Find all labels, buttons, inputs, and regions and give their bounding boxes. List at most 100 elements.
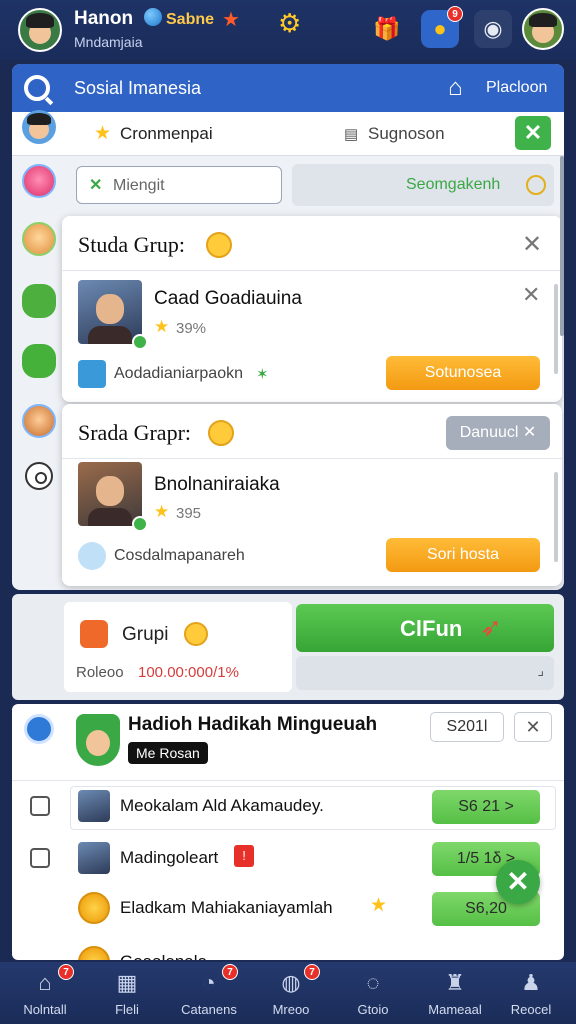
online-dot (132, 334, 148, 350)
search-icon[interactable] (24, 75, 50, 101)
close-icon[interactable]: ✕ (522, 282, 540, 308)
checkbox[interactable] (30, 848, 50, 868)
card-title: Srada Grapr: (78, 420, 192, 445)
store-icon: ▦ (116, 970, 138, 995)
secondary-bar[interactable]: ⌟ (296, 656, 554, 690)
home-icon: ⌂ (38, 970, 52, 995)
game-controller-button[interactable]: ◉ (474, 10, 512, 48)
divider (12, 780, 564, 781)
nav-badge: 7 (58, 964, 74, 980)
member-avatar[interactable] (22, 404, 56, 438)
chat-icon: ◔ (202, 970, 216, 995)
person-photo[interactable] (78, 280, 148, 350)
member-avatar[interactable] (22, 164, 56, 198)
star-icon: ★ (94, 123, 112, 144)
list-item[interactable]: Madingoleart ! 1/5 1δ > (12, 838, 564, 878)
host-avatar[interactable] (76, 714, 120, 766)
top-app-bar: Hanon Sabne ★ Mndamjaia ⚙ 🎁 ● 9 ◉ (0, 0, 576, 60)
home-icon[interactable]: ⌂ (448, 74, 463, 102)
chat-button[interactable]: ● 9 (421, 6, 463, 48)
nav-label: Mreoo (272, 1002, 310, 1017)
user-icon (78, 360, 106, 388)
bot-icon[interactable] (24, 714, 54, 744)
close-fab[interactable]: ✕ (496, 860, 540, 904)
rocket-icon: ➶ (480, 612, 502, 642)
nav-item-rewards[interactable]: ♜ Mameaal (414, 962, 496, 1024)
item-name: Madingoleart (120, 848, 219, 867)
member-avatar[interactable] (22, 344, 56, 378)
clock-icon (526, 175, 546, 195)
close-icon[interactable]: ✕ (522, 230, 542, 259)
group-stat-label: Roleoo (76, 664, 124, 681)
nav-item-home[interactable]: ⌂ 7 Nolntall (4, 962, 86, 1024)
flag-icon: ! (234, 845, 254, 867)
smiley-icon (78, 542, 106, 570)
nav-item-profile[interactable]: ♟ Reocel (490, 962, 572, 1024)
divider (62, 270, 562, 271)
message-icon: ◍ (281, 970, 301, 995)
member-avatar[interactable] (22, 222, 56, 256)
nav-item-chats[interactable]: ◔ 7 Catanens (168, 962, 250, 1024)
close-green-button[interactable]: ✕ (515, 116, 551, 150)
strip-tab-left[interactable]: Cronmenpai (120, 124, 213, 144)
user-subtitle: Mndamjaia (74, 34, 143, 50)
dismiss-chip[interactable]: Danuucl ✕ (446, 416, 550, 450)
list-item[interactable]: Goaalenalo (12, 942, 564, 960)
coin-icon (78, 892, 110, 924)
nav-badge: 7 (222, 964, 238, 980)
status-filter-label: Seomgakenh (406, 176, 501, 193)
nav-label: Catanens (181, 1002, 237, 1017)
gift-button[interactable]: 🎁 (368, 10, 406, 48)
nav-label: Mameaal (428, 1002, 482, 1017)
social-panel: Sosial Imanesia ⌂ Placloon ★ Cronmenpai … (12, 64, 564, 590)
member-avatar-column (12, 156, 62, 590)
panel-header: Sosial Imanesia ⌂ Placloon (12, 64, 564, 112)
person-name: Bnolnaniraiaka (154, 474, 280, 495)
status-filter[interactable]: Seomgakenh (292, 164, 554, 206)
search-input[interactable]: ✕ Miengit (76, 166, 282, 204)
puzzle-icon (80, 620, 108, 648)
header-right-label[interactable]: Placloon (486, 79, 547, 97)
chat-bubble-icon: ● (433, 16, 447, 41)
controller-icon: ◉ (483, 16, 503, 41)
card-footer-text: Aodadianiarpaokn (114, 365, 243, 382)
scrollbar[interactable] (554, 284, 558, 374)
nav-item-messages[interactable]: ◍ 7 Mreoo (250, 962, 332, 1024)
close-button[interactable]: ✕ (514, 712, 552, 742)
prize-list-panel: Hadioh Hadikah Mingueuah Me Rosan S201l … (12, 704, 564, 960)
search-input-value: Miengit (113, 177, 165, 194)
person-photo[interactable] (78, 462, 148, 532)
group-card: Srada Grapr: Danuucl ✕ Bnolnaniraiaka ★ … (62, 404, 562, 586)
gear-icon[interactable]: ⚙ (278, 8, 301, 39)
trophy-icon: ♜ (445, 970, 465, 995)
group-section: Grupi Roleoo 100.00:000/1% ClFun ➶ ⌟ (12, 594, 564, 700)
action-button[interactable]: Sotunosea (386, 356, 540, 390)
bottom-navigation: ⌂ 7 Nolntall ▦ Fleli ◔ 7 Catanens ◍ 7 Mr… (0, 962, 576, 1024)
item-name: Goaalenalo (120, 952, 207, 960)
profile-avatar[interactable] (522, 8, 564, 50)
panel-scrollbar[interactable] (560, 156, 564, 336)
nav-label: Gtoio (357, 1002, 389, 1017)
sparkle-icon: ✶ (256, 366, 269, 383)
online-dot (132, 516, 148, 532)
scrollbar[interactable] (554, 472, 558, 562)
item-avatar (78, 842, 110, 874)
nav-item-store[interactable]: ▦ Fleli (86, 962, 168, 1024)
fun-button[interactable]: ClFun ➶ (296, 604, 554, 652)
room-code[interactable]: S201l (430, 712, 504, 742)
gift-icon: 🎁 (373, 16, 401, 41)
list-item[interactable]: Meokalam Ald Akamaudey. S6 21 > (12, 786, 564, 830)
checkbox[interactable] (30, 796, 50, 816)
strip-tab-right[interactable]: Sugnoson (368, 124, 445, 144)
target-icon[interactable] (25, 462, 53, 490)
divider (62, 458, 562, 459)
filter-strip: ★ Cronmenpai ▤ Sugnoson ✕ (12, 110, 564, 156)
member-avatar[interactable] (22, 284, 56, 318)
group-summary[interactable]: Grupi Roleoo 100.00:000/1% (64, 602, 292, 692)
amount-button[interactable]: S6 21 > (432, 790, 540, 824)
strip-avatar[interactable] (22, 110, 56, 144)
user-avatar[interactable] (18, 8, 62, 52)
nav-item-groups[interactable]: ◌ Gtoio (332, 962, 414, 1024)
action-button[interactable]: Sori hosta (386, 538, 540, 572)
list-item[interactable]: Eladkam Mahiakaniayamlah ★ S6,20 (12, 888, 564, 928)
